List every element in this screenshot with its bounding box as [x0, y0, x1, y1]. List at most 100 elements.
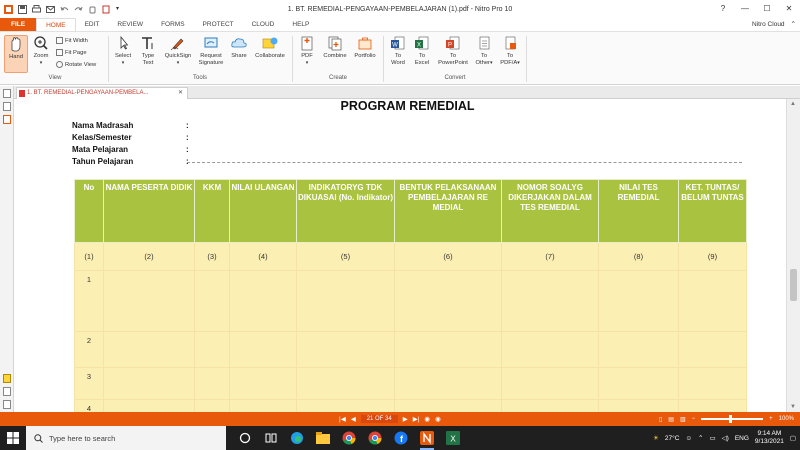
table-row: 4 — [74, 399, 747, 412]
table-cell — [194, 367, 230, 400]
chrome-icon — [368, 431, 382, 445]
temperature[interactable]: 27°C — [665, 435, 680, 442]
rotate-view-option[interactable]: Rotate View — [56, 61, 96, 68]
help-icon[interactable]: ? — [712, 0, 734, 18]
file-explorer-app[interactable] — [310, 426, 336, 450]
notifications-icon[interactable]: ▢ — [790, 434, 796, 442]
nitro-pro-app[interactable] — [414, 426, 440, 450]
share-button[interactable]: Share — [228, 35, 250, 60]
minimize-button[interactable]: — — [734, 0, 756, 18]
request-signature-icon — [204, 37, 218, 48]
redo-icon[interactable] — [74, 5, 83, 14]
table-cell: (6) — [394, 242, 502, 271]
tab-protect[interactable]: PROTECT — [194, 18, 243, 31]
previous-page-icon[interactable]: ◀ — [351, 415, 356, 423]
collaborate-button[interactable]: Collaborate — [252, 35, 288, 60]
explorer-app[interactable] — [258, 426, 284, 450]
zoom-slider[interactable] — [701, 415, 764, 423]
undo-icon[interactable] — [60, 5, 69, 14]
close-tab-icon[interactable]: ✕ — [178, 88, 183, 99]
scrollbar-thumb[interactable] — [790, 269, 797, 301]
next-view-icon[interactable]: ◉ — [435, 415, 441, 423]
hand-quick-icon[interactable] — [88, 5, 97, 14]
email-icon[interactable] — [46, 5, 55, 14]
start-button[interactable] — [0, 426, 26, 450]
clock[interactable]: 9:14 AM 9/13/2021 — [755, 430, 784, 446]
zoom-out-icon[interactable]: − — [692, 416, 696, 422]
document-view[interactable]: PROGRAM REMEDIAL Nama Madrasah: Kelas/Se… — [15, 99, 786, 412]
excel-app[interactable]: X — [440, 426, 466, 450]
network-icon[interactable]: ▭ — [710, 434, 716, 442]
header-nilai-tes: NILAI TES REMEDIAL — [598, 179, 679, 243]
continuous-view-icon[interactable]: ▤ — [668, 416, 674, 423]
weather-icon[interactable]: ☀ — [653, 434, 659, 442]
scroll-down-icon[interactable]: ▼ — [790, 404, 796, 410]
pdf-create-button[interactable]: PDF ▾ — [296, 35, 318, 67]
customize-dropdown-icon[interactable]: ▾ — [116, 5, 125, 14]
facebook-app[interactable]: f — [388, 426, 414, 450]
vertical-scrollbar[interactable]: ▲ ▼ — [786, 99, 800, 412]
volume-icon[interactable]: ◁) — [722, 434, 729, 442]
next-page-icon[interactable]: ▶ — [403, 415, 408, 423]
comments-panel-icon[interactable] — [3, 374, 11, 383]
last-page-icon[interactable]: ▶| — [413, 415, 420, 423]
save-icon[interactable] — [18, 4, 27, 14]
previous-view-icon[interactable]: ◉ — [424, 415, 430, 423]
zoom-slider-thumb[interactable] — [729, 415, 733, 423]
type-text-button[interactable]: Type Text — [137, 35, 159, 67]
tab-cloud[interactable]: CLOUD — [243, 18, 284, 31]
attachments-panel-icon[interactable] — [3, 115, 11, 124]
tab-review[interactable]: REVIEW — [108, 18, 152, 31]
tab-edit[interactable]: EDIT — [76, 18, 109, 31]
left-panel-strip — [0, 86, 14, 412]
tab-help[interactable]: HELP — [283, 18, 318, 31]
tab-home[interactable]: HOME — [36, 18, 76, 31]
combine-button[interactable]: Combine — [320, 35, 350, 60]
ribbon-collapse-icon[interactable]: ⌃ — [791, 18, 796, 31]
tray-overflow-icon[interactable]: ⌃ — [698, 434, 703, 442]
tab-file[interactable]: FILE — [0, 18, 37, 31]
fit-width-option[interactable]: Fit Width — [56, 37, 88, 44]
find-panel-icon[interactable] — [3, 400, 11, 409]
zoom-button[interactable]: Zoom ▾ — [31, 35, 51, 67]
print-icon[interactable] — [32, 4, 41, 14]
task-view-button[interactable] — [232, 426, 258, 450]
select-button[interactable]: Select ▾ — [112, 35, 134, 67]
taskbar-search[interactable]: Type here to search — [26, 426, 226, 450]
scroll-up-icon[interactable]: ▲ — [790, 101, 796, 107]
table-cell — [678, 367, 747, 400]
tab-forms[interactable]: FORMS — [152, 18, 193, 31]
facing-view-icon[interactable]: ▥ — [680, 416, 686, 423]
document-tab[interactable]: 1. BT. REMEDIAL-PENGAYAAN-PEMBELA... ✕ — [16, 87, 188, 99]
open-file-icon[interactable] — [102, 5, 111, 14]
header-nama: NAMA PESERTA DIDIK — [103, 179, 195, 243]
pages-panel-icon[interactable] — [3, 89, 11, 98]
page-indicator[interactable]: 21 OF 34 — [360, 415, 398, 423]
to-pdfa-button[interactable]: To PDF/A▾ — [497, 35, 523, 67]
close-button[interactable]: ✕ — [778, 0, 800, 18]
chrome-app-2[interactable] — [362, 426, 388, 450]
input-language[interactable]: ENG — [735, 435, 749, 442]
app-logo-icon[interactable] — [4, 4, 13, 14]
account-name[interactable]: Nitro Cloud — [752, 18, 785, 31]
fit-page-option[interactable]: Fit Page — [56, 49, 87, 56]
edge-app[interactable] — [284, 426, 310, 450]
output-panel-icon[interactable] — [3, 387, 11, 396]
bookmarks-panel-icon[interactable] — [3, 102, 11, 111]
to-word-button[interactable]: W To Word — [387, 35, 409, 67]
maximize-button[interactable]: ☐ — [756, 0, 778, 18]
zoom-controls: ▯ ▤ ▥ − + 100% — [659, 412, 794, 426]
chrome-app[interactable] — [336, 426, 362, 450]
to-other-button[interactable]: To Other▾ — [472, 35, 496, 67]
first-page-icon[interactable]: |◀ — [339, 415, 346, 423]
to-powerpoint-button[interactable]: P To PowerPoint — [434, 35, 472, 67]
people-icon[interactable]: ☺ — [685, 435, 692, 442]
single-page-view-icon[interactable]: ▯ — [659, 416, 662, 423]
hand-button[interactable]: Hand — [4, 35, 28, 73]
table-cell — [296, 367, 395, 400]
portfolio-button[interactable]: Portfolio — [350, 35, 380, 60]
zoom-in-icon[interactable]: + — [769, 416, 773, 422]
request-signature-button[interactable]: Request Signature — [196, 35, 226, 67]
to-excel-button[interactable]: X To Excel — [411, 35, 433, 67]
quicksign-button[interactable]: QuickSign ▾ — [162, 35, 194, 67]
